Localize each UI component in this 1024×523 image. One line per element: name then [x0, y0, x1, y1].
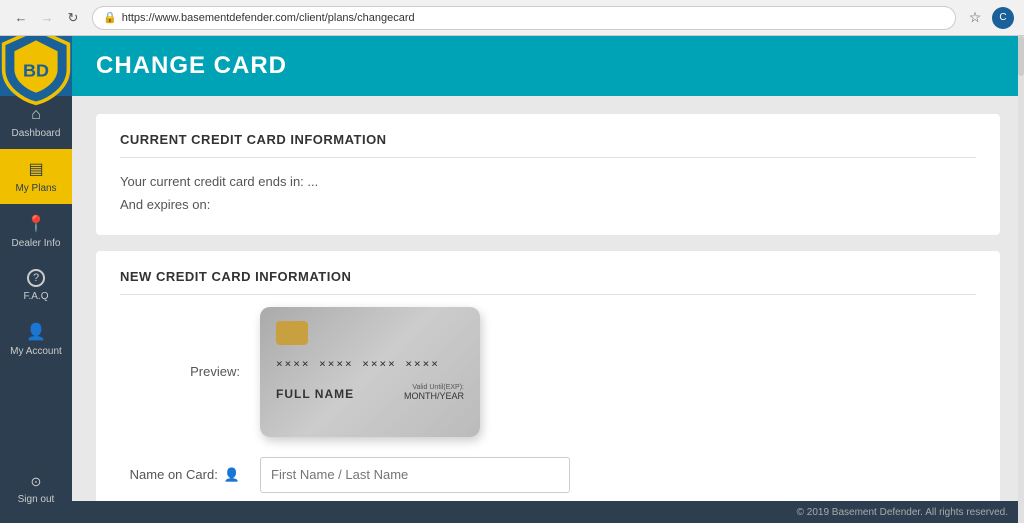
- back-button[interactable]: ←: [10, 7, 32, 29]
- faq-icon: ?: [27, 269, 45, 287]
- new-card-title: NEW CREDIT CARD INFORMATION: [120, 269, 976, 284]
- preview-label: Preview:: [120, 364, 240, 379]
- forward-button[interactable]: →: [36, 7, 58, 29]
- dealer-info-icon: 📍: [26, 214, 46, 234]
- sidebar-bottom: ⊙ Sign out: [0, 464, 72, 523]
- sidebar-label-my-plans: My Plans: [15, 183, 56, 194]
- footer-text: © 2019 Basement Defender. All rights res…: [797, 507, 1008, 518]
- section-divider-1: [120, 157, 976, 158]
- url-text: https://www.basementdefender.com/client/…: [122, 12, 415, 24]
- cc-valid-value: MONTH/YEAR: [404, 391, 464, 401]
- cc-valid-label: Valid Until(EXP):: [404, 384, 464, 391]
- cc-bottom: FULL NAME Valid Until(EXP): MONTH/YEAR: [276, 384, 464, 401]
- sidebar-item-dashboard[interactable]: ⌂ Dashboard: [0, 96, 72, 149]
- current-card-section: CURRENT CREDIT CARD INFORMATION Your cur…: [96, 114, 1000, 235]
- sidebar-label-dashboard: Dashboard: [12, 128, 61, 139]
- section-divider-2: [120, 294, 976, 295]
- current-card-info: Your current credit card ends in: ... An…: [120, 170, 976, 217]
- page-content: CURRENT CREDIT CARD INFORMATION Your cur…: [72, 96, 1024, 501]
- sign-out-label: Sign out: [18, 494, 55, 505]
- cc-number: ×××× ×××× ×××× ××××: [276, 357, 464, 370]
- credit-card-preview: ×××× ×××× ×××× ×××× FULL NAME Valid Unti…: [260, 307, 480, 437]
- page-title: CHANGE CARD: [96, 52, 287, 80]
- name-on-card-input[interactable]: [260, 457, 570, 493]
- svg-text:BD: BD: [23, 61, 49, 81]
- my-account-icon: 👤: [26, 322, 46, 342]
- app-container: BD ⌂ Dashboard ▤ My Plans 📍 Dealer Info …: [0, 36, 1024, 523]
- sidebar-item-my-plans[interactable]: ▤ My Plans: [0, 149, 72, 204]
- sidebar-item-dealer-info[interactable]: 📍 Dealer Info: [0, 204, 72, 259]
- sidebar-label-dealer-info: Dealer Info: [12, 238, 61, 249]
- address-bar[interactable]: 🔒 https://www.basementdefender.com/clien…: [92, 6, 956, 30]
- current-card-line1: Your current credit card ends in: ...: [120, 170, 976, 193]
- sidebar: BD ⌂ Dashboard ▤ My Plans 📍 Dealer Info …: [0, 36, 72, 523]
- lock-icon: 🔒: [103, 11, 117, 24]
- person-icon: 👤: [224, 467, 240, 483]
- cc-valid: Valid Until(EXP): MONTH/YEAR: [404, 384, 464, 401]
- refresh-button[interactable]: ↻: [62, 7, 84, 29]
- browser-chrome: ← → ↻ 🔒 https://www.basementdefender.com…: [0, 0, 1024, 36]
- footer-bar: © 2019 Basement Defender. All rights res…: [72, 501, 1024, 523]
- current-card-line2: And expires on:: [120, 193, 976, 216]
- cc-name: FULL NAME: [276, 387, 354, 401]
- sidebar-logo: BD: [0, 36, 72, 96]
- sidebar-item-my-account[interactable]: 👤 My Account: [0, 312, 72, 367]
- content-area: CHANGE CARD CURRENT CREDIT CARD INFORMAT…: [72, 36, 1024, 523]
- my-plans-icon: ▤: [28, 159, 43, 179]
- cc-chip: [276, 321, 308, 345]
- browser-actions: ☆ C: [964, 7, 1014, 29]
- name-on-card-label: Name on Card: 👤: [120, 467, 240, 483]
- sidebar-label-my-account: My Account: [10, 346, 62, 357]
- nav-buttons: ← → ↻: [10, 7, 84, 29]
- new-card-section: NEW CREDIT CARD INFORMATION Preview: ×××…: [96, 251, 1000, 501]
- preview-area: Preview: ×××× ×××× ×××× ×××× FULL NAME V…: [120, 307, 976, 437]
- sidebar-label-faq: F.A.Q: [23, 291, 48, 302]
- user-avatar-button[interactable]: C: [992, 7, 1014, 29]
- dashboard-icon: ⌂: [31, 106, 41, 124]
- sign-out-button[interactable]: ⊙ Sign out: [0, 464, 72, 515]
- name-on-card-row: Name on Card: 👤: [120, 457, 976, 493]
- current-card-title: CURRENT CREDIT CARD INFORMATION: [120, 132, 976, 147]
- page-header: CHANGE CARD: [72, 36, 1024, 96]
- scrollbar[interactable]: [1018, 36, 1024, 523]
- main-wrapper: BD ⌂ Dashboard ▤ My Plans 📍 Dealer Info …: [0, 36, 1024, 523]
- star-button[interactable]: ☆: [964, 7, 986, 29]
- sign-out-icon: ⊙: [31, 474, 42, 490]
- sidebar-item-faq[interactable]: ? F.A.Q: [0, 259, 72, 312]
- scroll-thumb[interactable]: [1018, 36, 1024, 76]
